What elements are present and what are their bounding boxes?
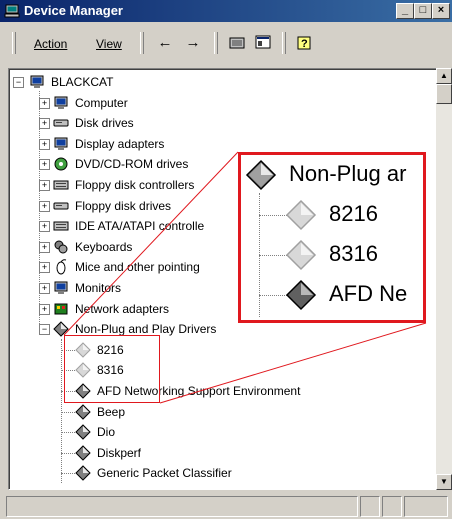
expand-icon[interactable]: + bbox=[39, 97, 50, 109]
tree-item-label: Beep bbox=[97, 404, 126, 419]
properties-icon[interactable] bbox=[254, 34, 272, 52]
tree-item-label: Keyboards bbox=[75, 239, 133, 254]
scroll-up-icon[interactable]: ▲ bbox=[436, 68, 452, 84]
menu-action[interactable]: Action bbox=[34, 37, 67, 51]
controller-icon bbox=[53, 180, 69, 190]
expand-icon[interactable]: + bbox=[39, 138, 50, 150]
minimize-button[interactable]: _ bbox=[396, 3, 414, 19]
tree-line bbox=[259, 255, 287, 256]
help-icon[interactable]: ? bbox=[296, 34, 314, 52]
tree-root-label: BLACKCAT bbox=[51, 75, 114, 89]
forward-arrow-icon[interactable]: → bbox=[184, 34, 202, 52]
scroll-thumb[interactable] bbox=[436, 84, 452, 104]
title-bar: Device Manager _ □ × bbox=[0, 0, 452, 22]
toolbar-separator bbox=[214, 32, 218, 54]
zoom-inset: Non-Plug ar 8216 8316 AFD Ne bbox=[238, 152, 426, 323]
toolbar-separator bbox=[282, 32, 286, 54]
tree-line bbox=[61, 432, 75, 434]
tree-item-label: Floppy disk controllers bbox=[75, 178, 195, 192]
driver-icon bbox=[75, 424, 91, 440]
tree-item-label: IDE ATA/ATAPI controlle bbox=[75, 219, 205, 234]
tree-item-label: Mice and other pointing bbox=[75, 260, 200, 275]
tree-item-label: Diskperf bbox=[97, 445, 142, 460]
driver-disabled-icon bbox=[285, 199, 317, 231]
driver-icon bbox=[75, 445, 91, 461]
tree-line bbox=[61, 452, 75, 454]
floppy-icon bbox=[53, 202, 69, 210]
zoom-label: 8216 bbox=[329, 201, 378, 226]
vertical-scrollbar[interactable]: ▲ ▼ bbox=[436, 68, 452, 490]
status-cell bbox=[404, 496, 448, 517]
tree-item-label: Monitors bbox=[75, 281, 122, 295]
tree-item-label: Generic Packet Classifier bbox=[97, 466, 232, 481]
tree-item-label: Display adapters bbox=[75, 136, 165, 151]
expand-icon[interactable]: + bbox=[39, 303, 50, 315]
collapse-icon[interactable]: − bbox=[13, 77, 24, 88]
expand-icon[interactable]: + bbox=[39, 180, 50, 191]
controller-icon bbox=[53, 221, 69, 231]
monitor-icon bbox=[54, 281, 68, 294]
expand-icon[interactable]: + bbox=[39, 200, 50, 212]
tree-item-label: Dio bbox=[97, 425, 116, 440]
computer-icon bbox=[4, 4, 20, 18]
tree-line bbox=[259, 295, 287, 296]
expand-icon[interactable]: + bbox=[39, 241, 50, 253]
toolbar-grip[interactable] bbox=[12, 32, 16, 54]
toolbar: Action View ← → ? bbox=[0, 24, 452, 60]
monitor-icon bbox=[54, 137, 68, 150]
status-cell-main bbox=[6, 496, 358, 517]
tree-item-label: Network adapters bbox=[75, 301, 170, 316]
maximize-button[interactable]: □ bbox=[414, 3, 432, 19]
mouse-icon bbox=[56, 259, 67, 275]
close-button[interactable]: × bbox=[432, 3, 450, 19]
tree-line bbox=[61, 411, 75, 413]
toolbar-separator bbox=[140, 32, 144, 54]
driver-icon bbox=[285, 279, 317, 311]
up-folder-icon[interactable] bbox=[228, 34, 246, 52]
expand-icon[interactable]: + bbox=[39, 283, 50, 294]
zoom-label: Non-Plug ar bbox=[289, 161, 407, 186]
tree-item-label: Floppy disk drives bbox=[75, 198, 172, 213]
computer-icon bbox=[54, 96, 68, 109]
highlight-rectangle bbox=[64, 335, 160, 403]
disk-drive-icon bbox=[53, 119, 69, 127]
tree-line bbox=[259, 215, 287, 216]
menu-view[interactable]: View bbox=[96, 37, 122, 51]
status-cell bbox=[382, 496, 402, 517]
status-bar bbox=[0, 494, 452, 519]
tree-line bbox=[61, 473, 75, 475]
driver-icon bbox=[75, 465, 91, 482]
scroll-down-icon[interactable]: ▼ bbox=[436, 474, 452, 490]
expand-icon[interactable]: + bbox=[39, 159, 50, 171]
window-title: Device Manager bbox=[24, 3, 123, 18]
cdrom-icon bbox=[54, 157, 68, 171]
collapse-icon[interactable]: − bbox=[39, 324, 50, 336]
driver-icon bbox=[75, 403, 91, 420]
device-manager-window: Device Manager _ □ × Action View ← → ? B… bbox=[0, 0, 452, 519]
keyboard-icon bbox=[54, 240, 68, 254]
svg-text:?: ? bbox=[301, 38, 308, 50]
expand-icon[interactable]: + bbox=[39, 118, 50, 130]
network-icon bbox=[54, 303, 68, 315]
expand-icon[interactable]: + bbox=[39, 262, 50, 274]
tree-item-label: DVD/CD-ROM drives bbox=[75, 157, 189, 172]
tree-item-label: Disk drives bbox=[75, 116, 134, 131]
back-arrow-icon[interactable]: ← bbox=[156, 34, 174, 52]
expand-icon[interactable]: + bbox=[39, 221, 50, 233]
driver-disabled-icon bbox=[285, 239, 317, 271]
zoom-label: 8316 bbox=[329, 241, 378, 266]
status-cell bbox=[360, 496, 380, 517]
computer-icon bbox=[30, 75, 44, 88]
tree-item-label: Computer bbox=[75, 95, 128, 110]
zoom-label: AFD Ne bbox=[329, 281, 408, 306]
driver-icon bbox=[245, 159, 277, 191]
